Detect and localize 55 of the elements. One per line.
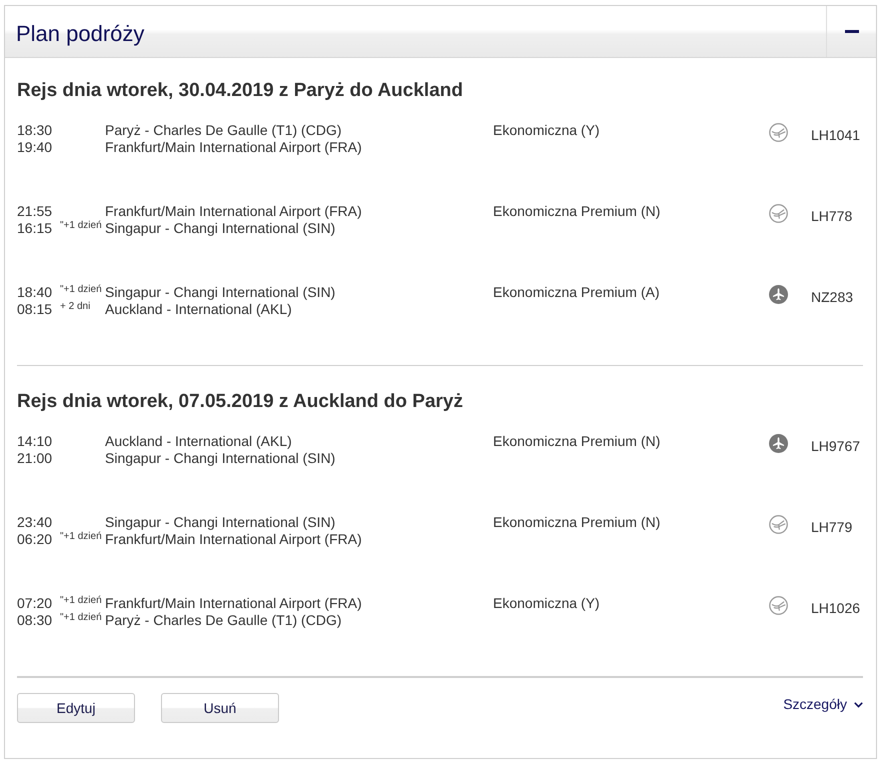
arrival-time: 06:20 [17,531,52,548]
cabin-class: Ekonomiczna Premium (N) [493,433,660,450]
cabin-class: Ekonomiczna (Y) [493,595,600,612]
departure-airport: Singapur - Changi International (SIN) [105,514,336,531]
departure-airport: Frankfurt/Main International Airport (FRA) [105,595,362,612]
arrival-time: 21:00 [17,450,52,467]
departure-time: 14:10 [17,433,52,450]
day-offset: "+1 dzień [59,612,102,624]
day-offset: "+1 dzień [59,595,102,607]
edit-button[interactable]: Edytuj [17,693,135,723]
cabin-class: Ekonomiczna (Y) [493,122,600,139]
day-offset: + 2 dni [59,301,90,313]
departure-airport: Singapur - Changi International (SIN) [105,284,336,301]
flight-number: LH778 [811,207,852,225]
flight-number: LH1026 [811,599,860,617]
panel-title: Plan podróży [16,20,144,46]
bird-circle-icon [769,515,788,534]
departure-time: 23:40 [17,514,52,531]
cabin-class: Ekonomiczna Premium (A) [493,284,660,301]
journey-heading: Rejs dnia wtorek, 30.04.2019 z Paryż do Auckland [17,80,464,102]
journey-heading: Rejs dnia wtorek, 07.05.2019 z Auckland do Paryż [17,391,464,413]
delete-button[interactable]: Usuń [161,693,279,723]
arrival-time: 08:15 [17,301,52,318]
day-offset: "+1 dzień [59,284,102,296]
arrival-airport: Auckland - International (AKL) [105,301,292,318]
departure-time: 21:55 [17,203,52,220]
departure-time: 18:30 [17,122,52,139]
day-offset: "+1 dzień [59,220,102,232]
flight-number: NZ283 [811,288,854,306]
arrival-airport: Singapur - Changi International (SIN) [105,220,336,237]
arrival-time: 19:40 [17,139,52,156]
flight-number: LH9767 [811,437,860,455]
airplane-circle-icon [769,434,788,453]
details-link[interactable]: Szczegóły [783,693,863,713]
cabin-class: Ekonomiczna Premium (N) [493,203,660,220]
arrival-time: 16:15 [17,220,52,237]
departure-time: 07:20 [17,595,52,612]
departure-airport: Paryż - Charles De Gaulle (T1) (CDG) [105,122,342,139]
departure-airport: Frankfurt/Main International Airport (FRA) [105,203,362,220]
departure-airport: Auckland - International (AKL) [105,433,292,450]
arrival-airport: Frankfurt/Main International Airport (FRA) [105,139,362,156]
chevron-down-icon [854,702,863,708]
bird-circle-icon [769,596,788,615]
airplane-circle-icon [769,285,788,304]
arrival-airport: Paryż - Charles De Gaulle (T1) (CDG) [105,612,342,629]
flight-number: LH1041 [811,126,860,144]
bird-circle-icon [769,123,788,142]
flight-number: LH779 [811,518,852,536]
arrival-time: 08:30 [17,612,52,629]
cabin-class: Ekonomiczna Premium (N) [493,514,660,531]
bird-circle-icon [769,204,788,223]
departure-time: 18:40 [17,284,52,301]
arrival-airport: Singapur - Changi International (SIN) [105,450,336,467]
day-offset: "+1 dzień [59,531,102,543]
arrival-airport: Frankfurt/Main International Airport (FRA) [105,531,362,548]
